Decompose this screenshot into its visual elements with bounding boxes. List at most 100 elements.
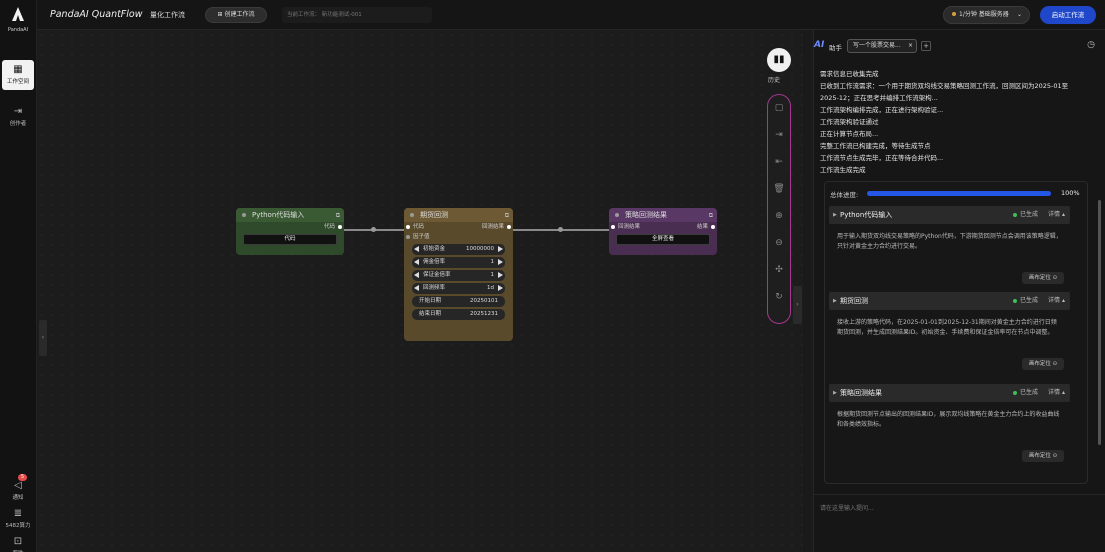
input-pin[interactable] [406, 225, 410, 229]
step-status-label: 已生成 [1019, 297, 1038, 304]
decrement-arrow-icon[interactable] [414, 285, 419, 291]
server-select[interactable]: 1/分钟 基础服务器 ⌄ [943, 6, 1030, 24]
node-python-input[interactable]: Python代码输入 ⧉ 代码 代码 [236, 208, 344, 255]
rail-notify-button[interactable]: ◁ 5 通知 [2, 474, 34, 506]
fit-view-icon[interactable]: ✣ [768, 257, 790, 284]
input-pin[interactable] [406, 235, 410, 239]
server-status-dot [952, 12, 956, 16]
node-backtest-result[interactable]: 策略回测结果 ⧉ 回测结果 结果 全屏查看 [609, 208, 717, 255]
rail-workspace-button[interactable]: ▦ 工作空间 [2, 60, 34, 90]
step-detail-toggle[interactable]: 详情 ▴ [1048, 206, 1065, 224]
param-value[interactable]: 1 [491, 257, 495, 268]
history-clock-icon[interactable]: ◷ [1087, 40, 1095, 50]
param-value[interactable]: 20251231 [470, 309, 498, 320]
refresh-icon[interactable]: ↻ [768, 284, 790, 311]
history-label: 历史 [768, 77, 781, 84]
zoom-in-icon[interactable]: ⊕ [768, 203, 790, 230]
param-value[interactable]: 10000000 [466, 244, 494, 255]
increment-arrow-icon[interactable] [498, 285, 503, 291]
rail-creator-button[interactable]: ⇥ 创作者 [2, 102, 34, 132]
assistant-log: 需求信息已收集完成 已收到工作流需求：一个用于期货双均线交易策略回测工作流，回测区… [820, 68, 1086, 176]
canvas-locate-button[interactable]: 画布定位 ⊙ [1022, 450, 1064, 462]
conversation-tab[interactable]: 写一个股票交易... × [847, 39, 917, 53]
step-detail-label: 详情 [1048, 297, 1061, 304]
output-pin[interactable] [507, 225, 511, 229]
step-status-label: 已生成 [1019, 389, 1038, 396]
edit-icon[interactable]: ⧉ [336, 209, 340, 223]
param-row[interactable]: 保证金倍率 1 [412, 270, 505, 281]
step-description: 根据期货回测节点输出的回测结果ID，展示双均线策略在黄金主力合约上的收益曲线和各… [837, 411, 1060, 428]
current-workflow-field[interactable]: 当前工作流： 新功能测试-001 [282, 7, 432, 23]
chevron-right-icon: › [796, 301, 799, 308]
assistant-title: 助手 [829, 44, 842, 52]
edit-icon[interactable]: ⧉ [709, 209, 713, 223]
history-button[interactable]: ▮▮ [767, 48, 791, 72]
step-header[interactable]: ▶ Python代码输入 已生成 详情 ▴ [829, 206, 1070, 224]
step-header[interactable]: ▶ 策略回测结果 已生成 详情 ▴ [829, 384, 1070, 402]
collapse-triangle-icon: ▶ [833, 298, 837, 304]
zoom-out-icon[interactable]: ⊖ [768, 230, 790, 257]
port-label: 代码 [323, 224, 335, 230]
node-futures-backtest[interactable]: 期货回测 ⧉ 代码 回测结果 因子值 初始资金 10000000 佣金倍率 1 保证金倍… [404, 208, 513, 341]
step-item: ▶ 期货回测 已生成 详情 ▴ 接收上游的策略代码，在2025-01-01到2025-1… [829, 292, 1070, 372]
canvas-toolbar: ▢ ⇥ ⇤ 🗑 ⊕ ⊖ ✣ ↻ [767, 94, 791, 324]
decrement-arrow-icon[interactable] [414, 272, 419, 278]
step-detail-toggle[interactable]: 详情 ▴ [1048, 384, 1065, 402]
step-detail-toggle[interactable]: 详情 ▴ [1048, 292, 1065, 310]
param-value[interactable]: 1 [491, 270, 495, 281]
left-collapse-tab[interactable]: › [39, 320, 47, 356]
rail-compute-button[interactable]: ≣ 5482算力 [2, 504, 34, 534]
param-row[interactable]: 佣金倍率 1 [412, 257, 505, 268]
conversation-tab-label: 写一个股票交易... [853, 42, 901, 49]
port-label: 代码 [413, 224, 425, 230]
create-workflow-button[interactable]: ⊞ 创建工作流 [205, 7, 267, 23]
param-row[interactable]: 开始日期 20250101 [412, 296, 505, 307]
decrement-arrow-icon[interactable] [414, 246, 419, 252]
step-header[interactable]: ▶ 期货回测 已生成 详情 ▴ [829, 292, 1070, 310]
param-label: 开始日期 [419, 298, 442, 304]
output-pin[interactable] [711, 225, 715, 229]
canvas-locate-button[interactable]: 画布定位 ⊙ [1022, 358, 1064, 370]
decrement-arrow-icon[interactable] [414, 259, 419, 265]
port-row: 因子值 [404, 232, 513, 242]
chat-input[interactable]: 请在这里输入提问... [814, 494, 1105, 552]
canvas-locate-button[interactable]: 画布定位 ⊙ [1022, 272, 1064, 284]
increment-arrow-icon[interactable] [498, 246, 503, 252]
close-icon[interactable]: × [908, 40, 913, 52]
import-icon[interactable]: ⇤ [768, 149, 790, 176]
save-icon[interactable]: ▢ [768, 95, 790, 122]
collapse-triangle-icon: ▶ [833, 390, 837, 396]
param-value[interactable]: 20250101 [470, 296, 498, 307]
param-row[interactable]: 回测频率 1d [412, 283, 505, 294]
increment-arrow-icon[interactable] [498, 259, 503, 265]
right-collapse-tab[interactable]: › [793, 286, 802, 324]
progress-fill [867, 191, 1051, 196]
panel-scrollbar[interactable] [1098, 200, 1101, 445]
assistant-header: AI 助手 写一个股票交易... × + ◷ [814, 30, 1105, 60]
param-value[interactable]: 1d [487, 283, 494, 294]
notify-count-badge: 5 [17, 474, 27, 481]
logo: PandaAI [6, 6, 30, 33]
port-label: 结果 [696, 224, 708, 230]
param-label: 初始资金 [423, 246, 446, 252]
new-tab-button[interactable]: + [921, 41, 931, 51]
output-pin[interactable] [338, 225, 342, 229]
code-field[interactable]: 代码 [243, 234, 337, 245]
fullscreen-view-field[interactable]: 全屏查看 [616, 234, 710, 245]
status-dot [1012, 212, 1017, 217]
trash-icon[interactable]: 🗑 [768, 176, 790, 203]
increment-arrow-icon[interactable] [498, 272, 503, 278]
param-row[interactable]: 初始资金 10000000 [412, 244, 505, 255]
wire-midpoint [371, 227, 376, 232]
workflow-canvas[interactable]: › Python代码输入 ⧉ 代码 代码 期货回测 ⧉ 代码 回测结果 因子值 … [37, 30, 803, 552]
chevron-up-icon: ▴ [1061, 389, 1065, 396]
edit-icon[interactable]: ⧉ [505, 209, 509, 223]
param-row[interactable]: 结束日期 20251231 [412, 309, 505, 320]
start-workflow-button[interactable]: 启动工作流 [1040, 6, 1096, 24]
port-label: 因子值 [413, 234, 430, 240]
node-header: 策略回测结果 ⧉ [609, 208, 717, 222]
app-subtitle: 量化工作流 [150, 11, 185, 19]
rail-help-button[interactable]: ⊡ 帮助 [2, 532, 34, 552]
export-icon[interactable]: ⇥ [768, 122, 790, 149]
input-pin[interactable] [611, 225, 615, 229]
